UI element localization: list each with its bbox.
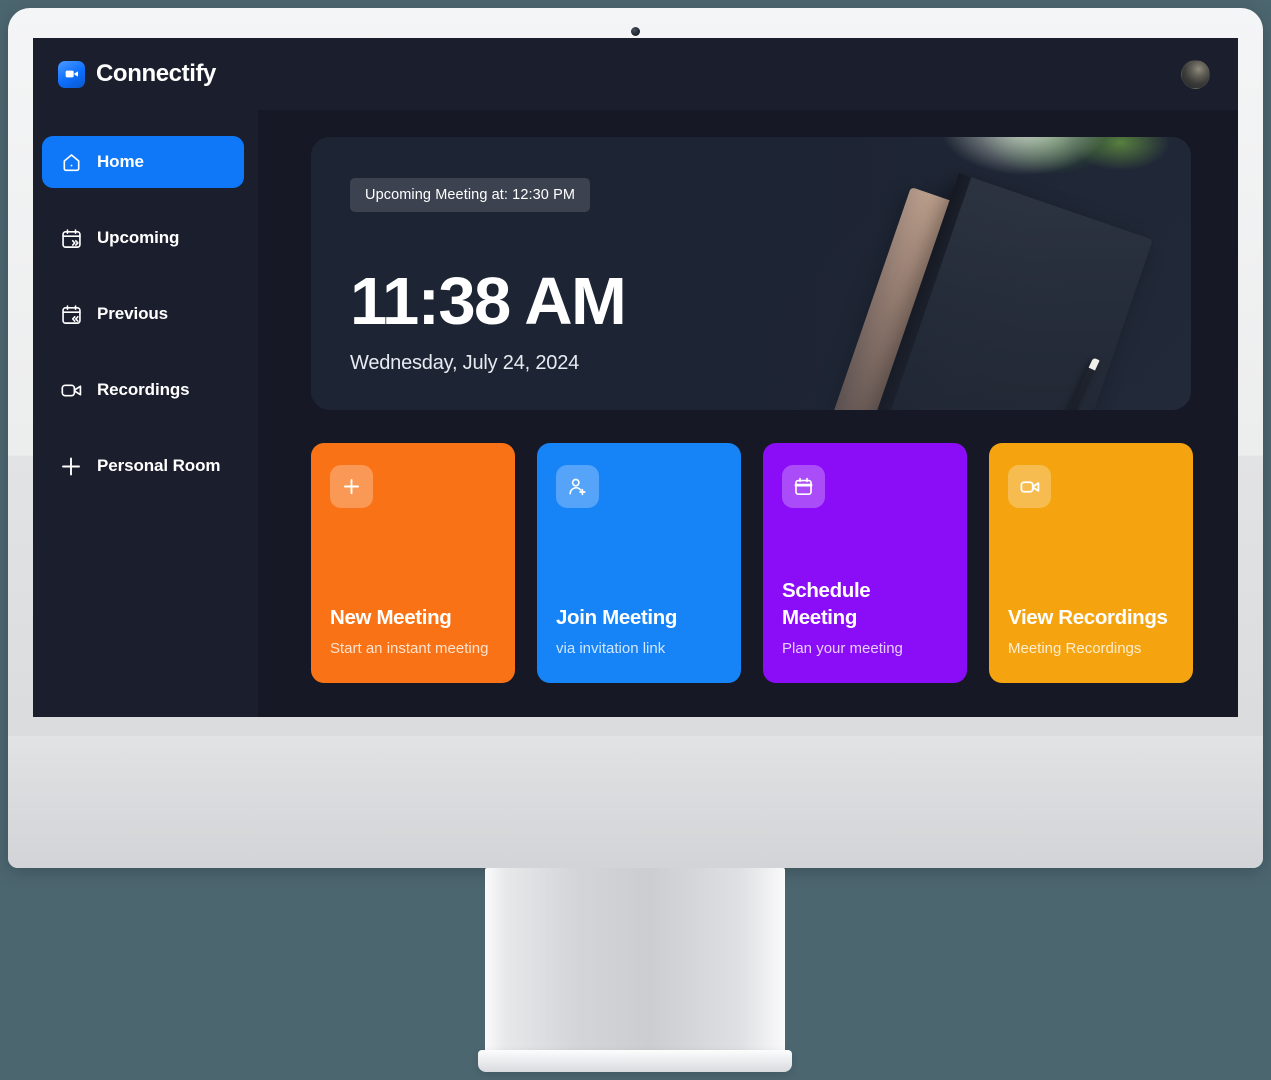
- card-schedule-meeting[interactable]: Schedule Meeting Plan your meeting: [763, 443, 967, 683]
- person-add-icon: [556, 465, 599, 508]
- webcam-dot-icon: [631, 27, 640, 36]
- sidebar-item-personal-room[interactable]: Personal Room: [42, 440, 244, 492]
- card-title: View Recordings: [1008, 606, 1168, 630]
- sidebar-item-upcoming[interactable]: Upcoming: [42, 212, 244, 264]
- app-header: Connectify: [33, 38, 1238, 110]
- monitor-stand-neck: [485, 868, 785, 1058]
- card-subtitle: Meeting Recordings: [1008, 640, 1142, 658]
- brand-name: Connectify: [96, 60, 217, 87]
- video-camera-icon: [59, 378, 83, 402]
- current-date: Wednesday, July 24, 2024: [350, 352, 580, 374]
- sidebar-item-label: Personal Room: [97, 456, 221, 475]
- video-camera-icon: [1008, 465, 1051, 508]
- card-title: Join Meeting: [556, 606, 678, 630]
- sidebar-item-label: Previous: [97, 304, 169, 323]
- calendar-back-icon: [59, 302, 83, 326]
- sidebar-item-previous[interactable]: Previous: [42, 288, 244, 340]
- card-text: View Recordings Meeting Recordings: [1008, 604, 1174, 683]
- plus-icon: [330, 465, 373, 508]
- action-cards: New Meeting Start an instant meeting Joi…: [311, 443, 1238, 683]
- upcoming-meeting-badge: Upcoming Meeting at: 12:30 PM: [350, 178, 591, 212]
- hero-content: Upcoming Meeting at: 12:30 PM 11:38 AM W…: [350, 178, 1151, 410]
- card-title: New Meeting: [330, 606, 452, 630]
- card-subtitle: Plan your meeting: [782, 640, 903, 658]
- app-screen: Connectify Home Upcoming Previous Record…: [33, 38, 1238, 717]
- sidebar-item-home[interactable]: Home: [42, 136, 244, 188]
- monitor-chin: [8, 736, 1263, 868]
- card-join-meeting[interactable]: Join Meeting via invitation link: [537, 443, 741, 683]
- user-avatar-icon[interactable]: [1181, 59, 1210, 89]
- sidebar-item-label: Home: [97, 152, 144, 171]
- hero-banner: Upcoming Meeting at: 12:30 PM 11:38 AM W…: [311, 137, 1191, 410]
- card-subtitle: Start an instant meeting: [330, 640, 489, 658]
- card-text: Join Meeting via invitation link: [556, 604, 722, 683]
- sidebar-item-label: Recordings: [97, 380, 190, 399]
- sidebar: Home Upcoming Previous Recordings Person…: [33, 110, 258, 717]
- current-time: 11:38 AM: [350, 264, 627, 339]
- card-text: New Meeting Start an instant meeting: [330, 604, 496, 683]
- card-subtitle: via invitation link: [556, 640, 666, 658]
- monitor-stand-base: [478, 1050, 792, 1072]
- plus-icon: [59, 454, 83, 478]
- home-icon: [59, 150, 83, 174]
- app-body: Home Upcoming Previous Recordings Person…: [33, 110, 1238, 717]
- card-title: Schedule Meeting: [782, 579, 871, 630]
- video-camera-logo-icon: [58, 60, 85, 88]
- sidebar-item-recordings[interactable]: Recordings: [42, 364, 244, 416]
- brand[interactable]: Connectify: [58, 60, 216, 88]
- card-view-recordings[interactable]: View Recordings Meeting Recordings: [989, 443, 1193, 683]
- card-text: Schedule Meeting Plan your meeting: [782, 577, 948, 683]
- calendar-forward-icon: [59, 226, 83, 250]
- sidebar-item-label: Upcoming: [97, 228, 180, 247]
- calendar-icon: [782, 465, 825, 508]
- card-new-meeting[interactable]: New Meeting Start an instant meeting: [311, 443, 515, 683]
- main-content: Upcoming Meeting at: 12:30 PM 11:38 AM W…: [258, 110, 1238, 717]
